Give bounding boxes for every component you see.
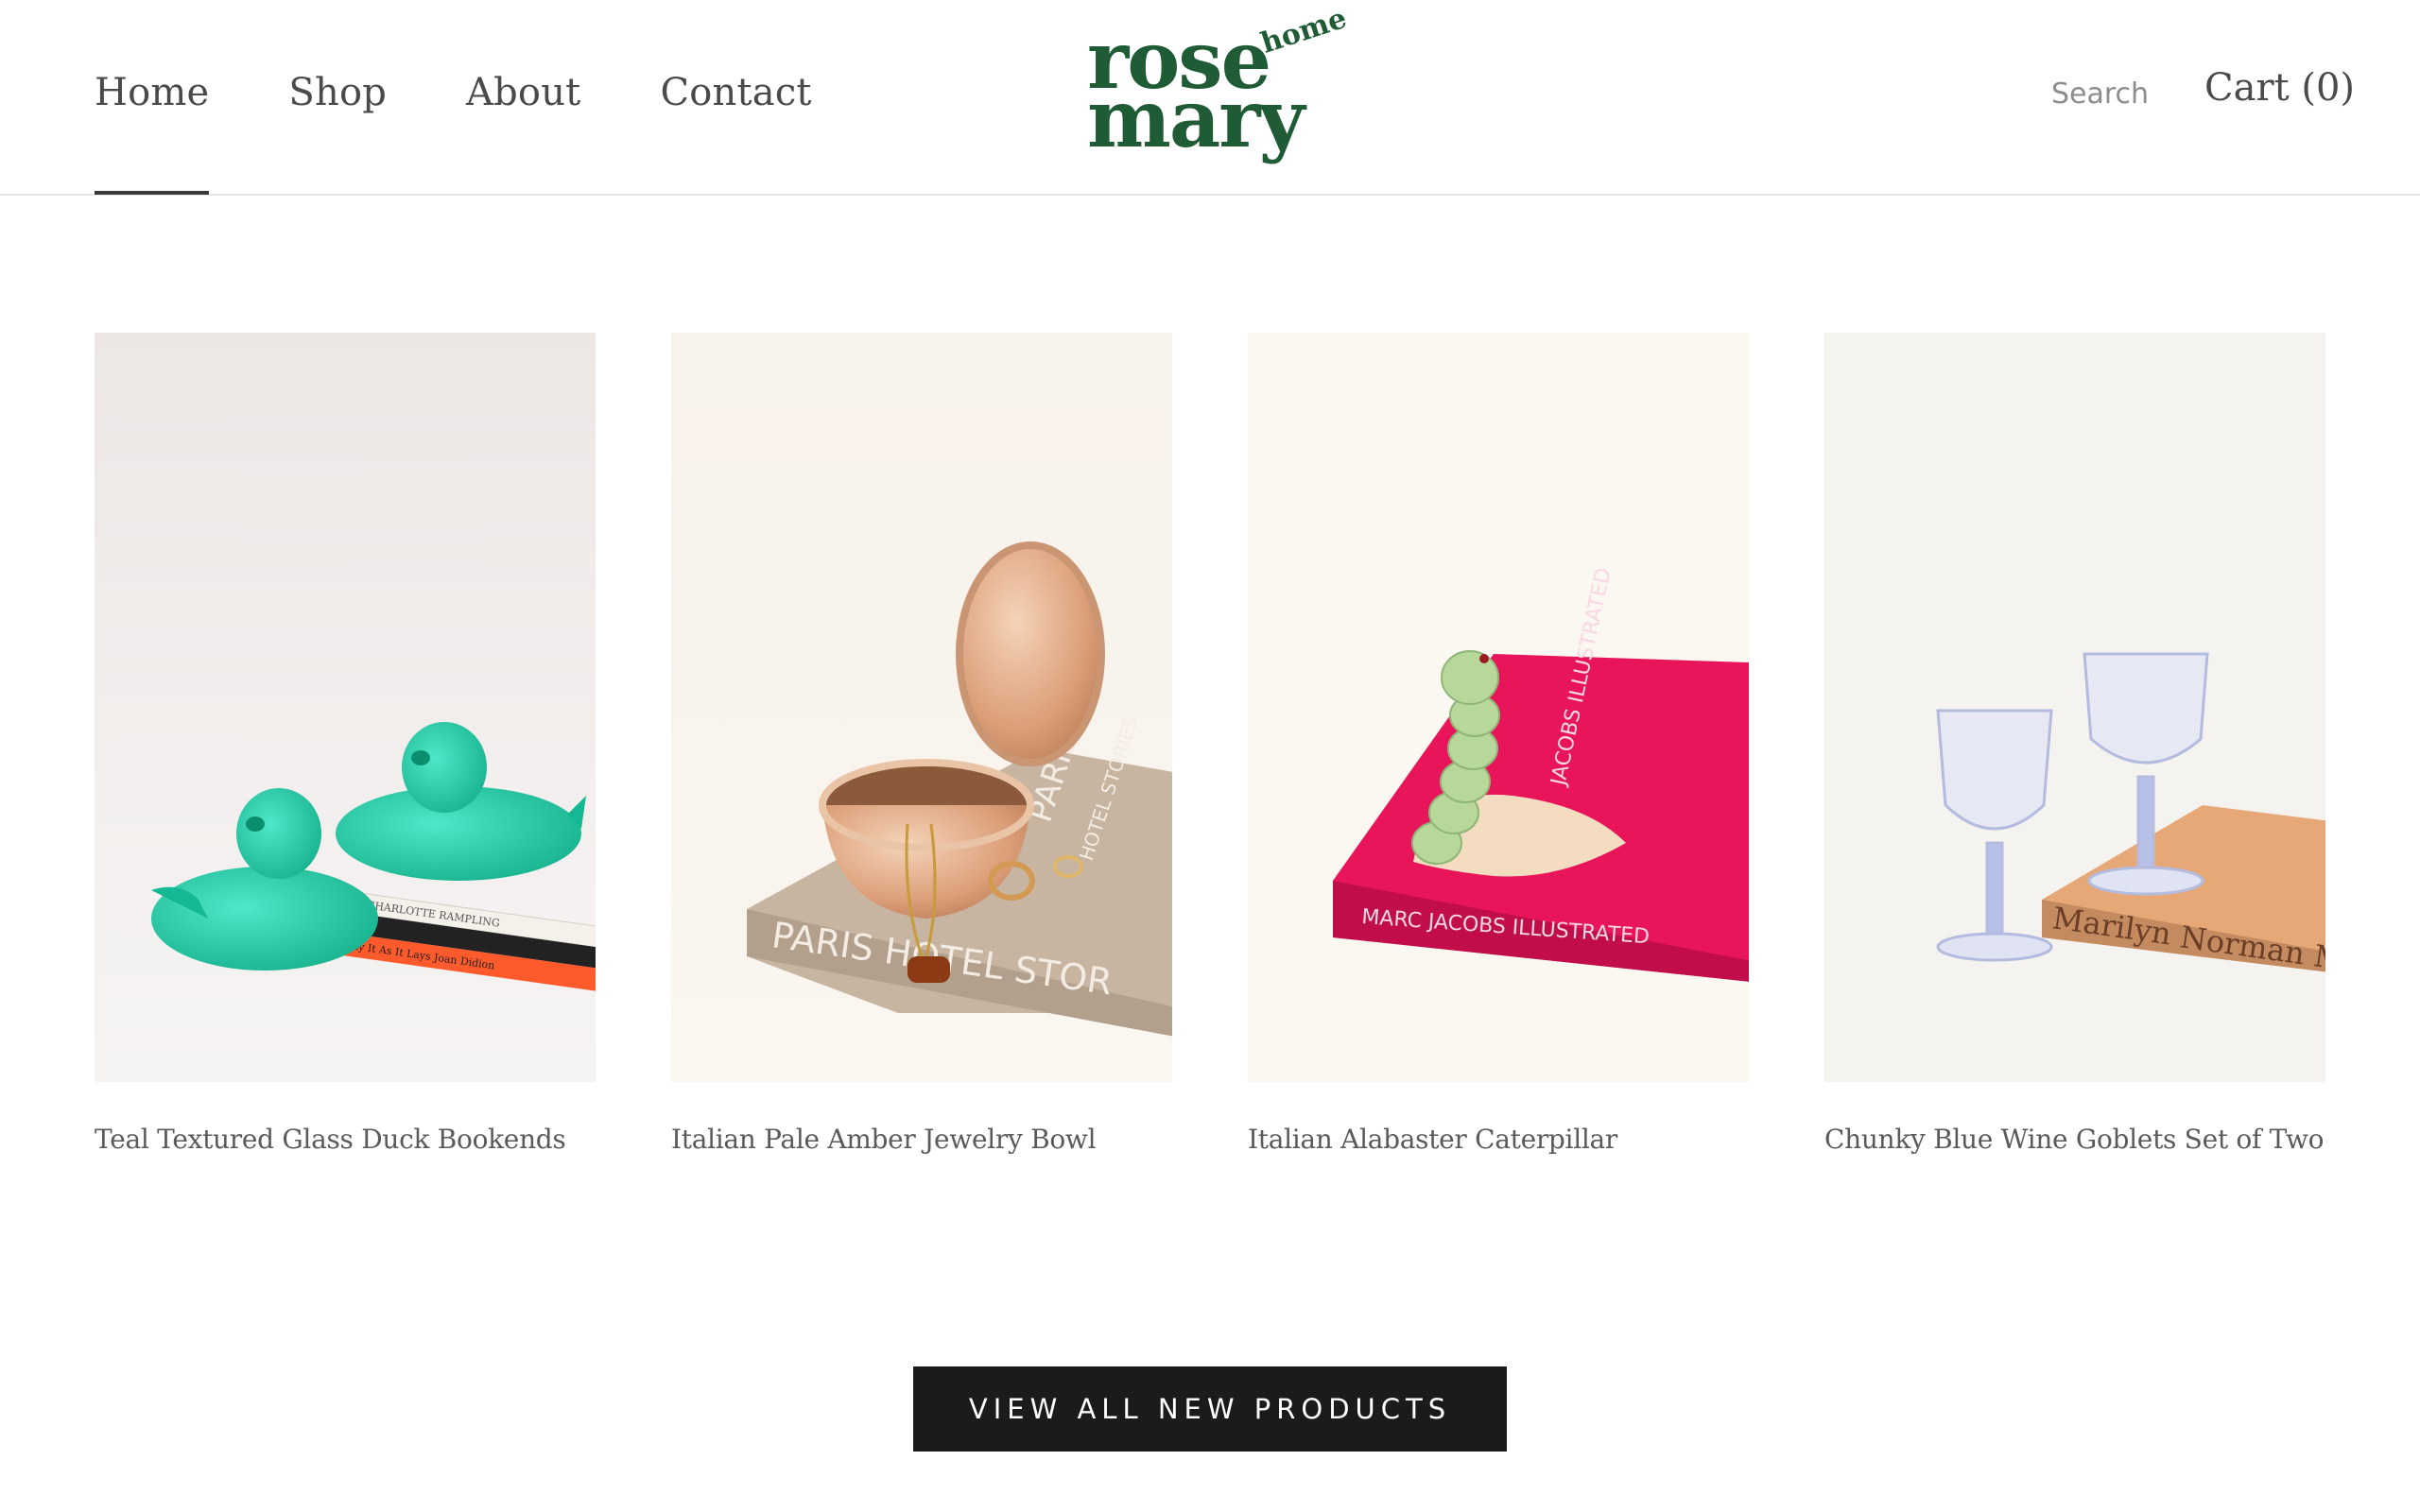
product-title[interactable]: Teal Textured Glass Duck Bookends [95,1124,596,1155]
view-all-new-products-button[interactable]: VIEW ALL NEW PRODUCTS [913,1366,1507,1452]
product-image-wine-goblets[interactable]: Marilyn Norman M [1824,333,2325,1082]
product-card[interactable]: Marilyn Norman M Chunky Blue Wine Goblet… [1824,333,2325,1155]
nav-contact[interactable]: Contact [660,64,811,121]
product-image-amber-bowl[interactable]: PARIS HOTEL STOR PARIS HOTEL STORIES [671,333,1172,1082]
amber-bowl-photo: PARIS HOTEL STOR PARIS HOTEL STORIES [671,333,1172,1082]
product-title[interactable]: Italian Alabaster Caterpillar [1248,1124,1749,1155]
product-card[interactable]: MARC JACOBS ILLUSTRATED JACOBS ILLUSTRAT… [1248,333,1749,1155]
site-header: Home Shop About Contact rose home mary S… [0,0,2420,196]
nav-shop[interactable]: Shop [288,64,387,121]
brand-logo[interactable]: rose home mary [1087,2,1351,172]
product-title[interactable]: Chunky Blue Wine Goblets Set of Two [1824,1124,2325,1155]
main-nav: Home Shop About Contact [95,64,812,195]
logo-word-home: home [1256,1,1351,60]
logo-word-mary: mary [1087,72,1305,165]
nav-home[interactable]: Home [95,64,210,195]
wine-goblets-photo: Marilyn Norman M [1824,333,2325,1082]
caterpillar-photo: MARC JACOBS ILLUSTRATED JACOBS ILLUSTRAT… [1248,333,1749,1082]
product-grid: CHARLOTTE RAMPLING Play It As It Lays Jo… [95,333,2325,1155]
search-link[interactable]: Search [2051,77,2149,111]
product-title[interactable]: Italian Pale Amber Jewelry Bowl [671,1124,1172,1155]
product-card[interactable]: CHARLOTTE RAMPLING Play It As It Lays Jo… [95,333,596,1155]
nav-about[interactable]: About [466,64,580,121]
product-image-duck-bookends[interactable]: CHARLOTTE RAMPLING Play It As It Lays Jo… [95,333,596,1082]
duck-bookends-photo: CHARLOTTE RAMPLING Play It As It Lays Jo… [95,333,596,1082]
product-card[interactable]: PARIS HOTEL STOR PARIS HOTEL STORIES Ita… [671,333,1172,1155]
product-image-caterpillar[interactable]: MARC JACOBS ILLUSTRATED JACOBS ILLUSTRAT… [1248,333,1749,1082]
cart-link[interactable]: Cart (0) [2204,66,2355,110]
